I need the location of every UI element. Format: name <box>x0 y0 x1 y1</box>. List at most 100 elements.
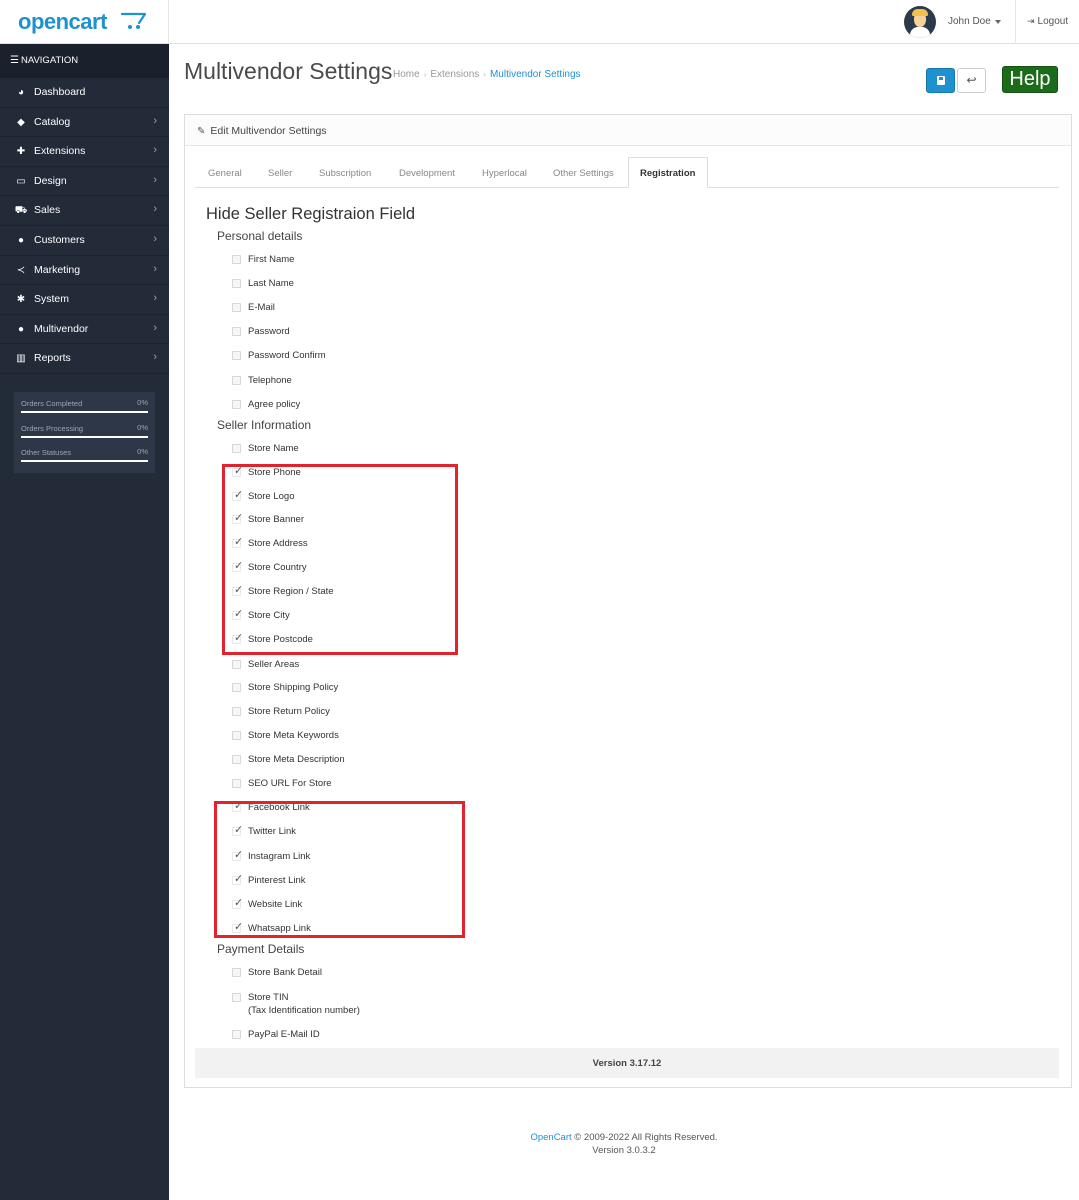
sidebar-item-design[interactable]: ▭ Design › <box>0 167 169 197</box>
sidebar-item-label: System <box>34 293 70 306</box>
sidebar-item-extensions[interactable]: ✚ Extensions › <box>0 137 169 167</box>
sidebar: ☰ NAVIGATION ◕ Dashboard ◆ Catalog › ✚ Extensio… <box>0 44 169 1200</box>
monitor-icon: ▭ <box>16 175 26 187</box>
checkbox-label: First Name <box>248 254 295 265</box>
checkbox[interactable] <box>232 255 241 264</box>
section-title: Hide Seller Registraion Field <box>206 205 416 223</box>
breadcrumb-item[interactable]: Multivendor Settings <box>490 69 581 80</box>
tab-seller[interactable]: Seller <box>268 157 292 188</box>
sidebar-item-label: Dashboard <box>34 86 86 98</box>
checkbox-label: Telephone <box>248 375 292 386</box>
highlight-box-store-fields <box>222 464 458 655</box>
stat-label: Orders Processing <box>21 423 84 433</box>
caret-down-icon[interactable] <box>995 20 1001 24</box>
checkbox-label: Store Bank Detail <box>248 967 322 978</box>
help-button[interactable]: Help <box>1002 66 1058 93</box>
checkbox-label: Store Meta Keywords <box>248 730 339 741</box>
checkbox-label: Store TIN <box>248 992 289 1003</box>
sidebar-item-sales[interactable]: ⛟ Sales › <box>0 196 169 226</box>
sidebar-item-marketing[interactable]: ≺ Marketing › <box>0 256 169 286</box>
checkbox[interactable] <box>232 707 241 716</box>
gear-icon: ✱ <box>16 294 26 306</box>
checkbox[interactable] <box>232 376 241 385</box>
progress-bar <box>21 411 148 413</box>
sidebar-item-multivendor[interactable]: ● Multivendor › <box>0 315 169 345</box>
logo-area: opencart <box>0 0 169 44</box>
chevron-right-icon: › <box>153 173 157 186</box>
stat-value: 0% <box>137 398 148 407</box>
checkbox[interactable] <box>232 279 241 288</box>
checkbox-label: Password <box>248 326 290 337</box>
nav-heading[interactable]: ☰ NAVIGATION <box>0 44 169 78</box>
checkbox[interactable] <box>232 755 241 764</box>
checkbox[interactable] <box>232 683 241 692</box>
opencart-logo[interactable]: opencart <box>18 9 107 35</box>
breadcrumb-item[interactable]: Extensions <box>430 69 479 80</box>
tab-development[interactable]: Development <box>399 157 455 188</box>
share-icon: ≺ <box>16 264 26 276</box>
chevron-right-icon: › <box>153 232 157 245</box>
user-name[interactable]: John Doe <box>948 16 991 27</box>
breadcrumb-separator: › <box>483 70 486 79</box>
checkbox[interactable] <box>232 993 241 1002</box>
tab-other-settings[interactable]: Other Settings <box>553 157 614 188</box>
checkbox-label: E-Mail <box>248 302 275 313</box>
sidebar-item-customers[interactable]: ● Customers › <box>0 226 169 256</box>
save-icon <box>937 76 945 85</box>
edit-icon: ✎ <box>197 126 206 137</box>
tab-registration[interactable]: Registration <box>628 157 709 188</box>
logout-link[interactable]: ⇥ Logout <box>1027 16 1068 27</box>
checkbox-sublabel: (Tax Identification number) <box>248 1005 360 1016</box>
footer: OpenCart © 2009-2022 All Rights Reserved… <box>169 1131 1079 1157</box>
sidebar-item-label: Reports <box>34 352 71 365</box>
group-title: Personal details <box>217 229 303 243</box>
checkbox[interactable] <box>232 1030 241 1039</box>
chevron-right-icon: › <box>153 351 157 364</box>
checkbox-label: Store Name <box>248 443 299 454</box>
sidebar-item-reports[interactable]: ▥ Reports › <box>0 344 169 374</box>
checkbox-label: Last Name <box>248 278 294 289</box>
version-bar: Version 3.17.12 <box>195 1048 1059 1078</box>
sidebar-item-label: Catalog <box>34 115 71 128</box>
puzzle-icon: ✚ <box>16 146 26 158</box>
divider <box>1015 0 1016 44</box>
stat-item: Orders Processing 0% <box>21 423 148 448</box>
page-title: Multivendor Settings <box>184 58 393 84</box>
highlight-box-social-links <box>214 801 465 938</box>
checkbox[interactable] <box>232 731 241 740</box>
checkbox[interactable] <box>232 968 241 977</box>
chevron-right-icon: › <box>153 144 157 157</box>
opencart-link[interactable]: OpenCart <box>530 1132 571 1143</box>
chevron-right-icon: › <box>153 292 157 305</box>
progress-bar <box>21 460 148 462</box>
chevron-right-icon: › <box>153 262 157 275</box>
tab-general[interactable]: General <box>208 157 242 188</box>
checkbox-label: Seller Areas <box>248 659 300 670</box>
checkbox[interactable] <box>232 779 241 788</box>
tab-subscription[interactable]: Subscription <box>319 157 371 188</box>
reply-icon: ↩ <box>966 73 977 87</box>
chevron-right-icon: › <box>153 321 157 334</box>
checkbox[interactable] <box>232 660 241 669</box>
save-button[interactable] <box>926 68 955 93</box>
checkbox-label: PayPal E-Mail ID <box>248 1029 320 1040</box>
checkbox[interactable] <box>232 400 241 409</box>
tab-bar: General Seller Subscription Development Hype… <box>195 157 1059 188</box>
breadcrumb-item[interactable]: Home <box>393 69 420 80</box>
back-button[interactable]: ↩ <box>957 68 986 93</box>
user-avatar[interactable] <box>904 6 936 38</box>
breadcrumb-separator: › <box>423 70 427 79</box>
checkbox-label: Agree policy <box>248 399 301 410</box>
sidebar-item-system[interactable]: ✱ System › <box>0 285 169 315</box>
checkbox[interactable] <box>232 303 241 312</box>
checkbox[interactable] <box>232 444 241 453</box>
sidebar-item-dashboard[interactable]: ◕ Dashboard <box>0 78 169 108</box>
checkbox[interactable] <box>232 327 241 336</box>
checkbox[interactable] <box>232 351 241 360</box>
sidebar-item-catalog[interactable]: ◆ Catalog › <box>0 108 169 138</box>
order-stats: Orders Completed 0% Orders Processing 0% Oth… <box>14 392 155 473</box>
stat-value: 0% <box>137 422 148 432</box>
top-header: opencart John Doe ⇥ Logout <box>0 0 1079 44</box>
tab-hyperlocal[interactable]: Hyperlocal <box>482 157 527 188</box>
sidebar-item-label: Sales <box>34 204 61 217</box>
